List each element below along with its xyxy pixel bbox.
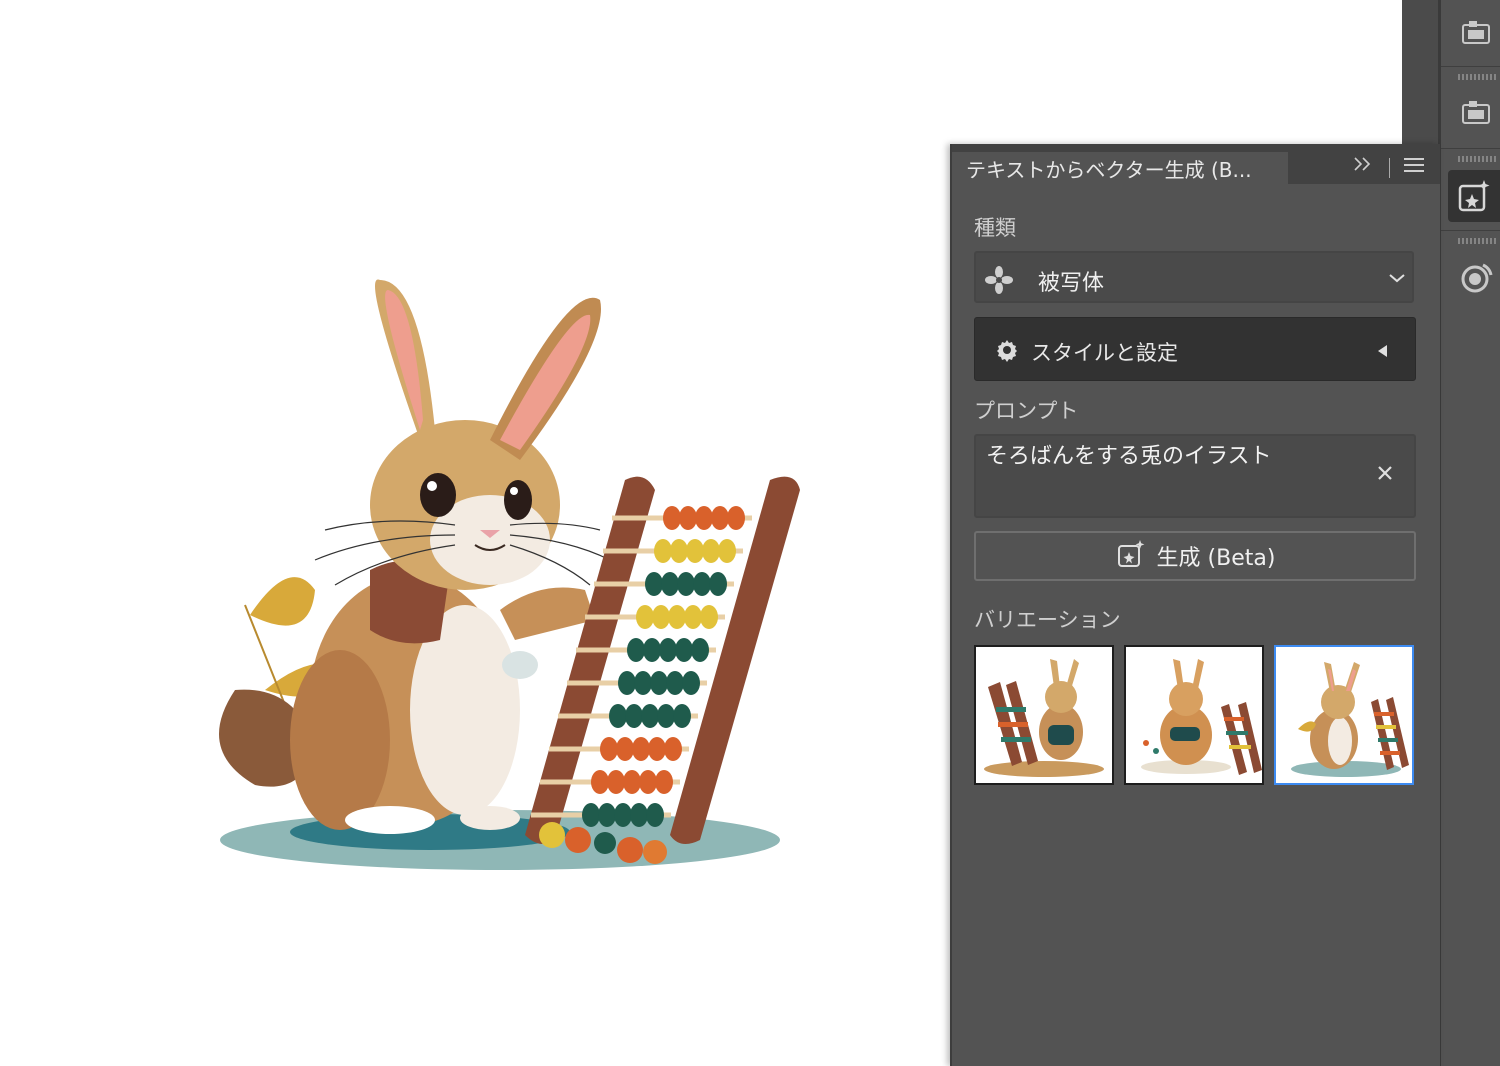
- generate-button-label: 生成 (Beta): [1156, 546, 1276, 571]
- text-to-vector-panel: テキストからベクター生成 (B... 種類 被写体 スタイルと設定 プロンプト …: [950, 144, 1440, 1066]
- libraries-panel-icon[interactable]: [1450, 86, 1500, 138]
- type-dropdown[interactable]: 被写体: [974, 251, 1414, 303]
- panel-title[interactable]: テキストからベクター生成 (B...: [966, 154, 1286, 183]
- variations-label: バリエーション: [974, 608, 1121, 632]
- recolor-icon[interactable]: [1450, 252, 1500, 304]
- rabbit-abacus-artwork[interactable]: [0, 0, 950, 1066]
- prompt-text[interactable]: そろばんをする兎のイラスト: [986, 438, 1272, 470]
- generate-button[interactable]: 生成 (Beta): [974, 531, 1416, 581]
- chevron-down-icon: [1388, 269, 1406, 288]
- dock-divider: [1441, 148, 1500, 149]
- prompt-label: プロンプト: [974, 399, 1079, 423]
- panel-header: テキストからベクター生成 (B...: [952, 144, 1440, 184]
- subject-icon: [984, 265, 1014, 299]
- dock-grip[interactable]: [1458, 156, 1498, 162]
- artboard-canvas[interactable]: [0, 0, 950, 1066]
- canvas-strip[interactable]: [950, 0, 1402, 144]
- double-chevron-right-icon[interactable]: [1352, 156, 1374, 177]
- close-icon[interactable]: [1376, 464, 1394, 487]
- gear-icon: [995, 338, 1019, 366]
- type-selected-value: 被写体: [1038, 271, 1105, 296]
- properties-panel-icon[interactable]: [1450, 6, 1500, 58]
- style-settings-label: スタイルと設定: [1031, 341, 1178, 365]
- caret-left-icon: [1377, 343, 1389, 362]
- dock-grip[interactable]: [1458, 74, 1498, 80]
- text-to-vector-icon[interactable]: [1448, 170, 1500, 222]
- type-label: 種類: [974, 216, 1016, 240]
- header-separator: [1389, 158, 1390, 178]
- variation-thumbnail-1[interactable]: [974, 645, 1114, 785]
- style-settings-section[interactable]: スタイルと設定: [974, 317, 1416, 381]
- prompt-input[interactable]: そろばんをする兎のイラスト: [974, 434, 1416, 518]
- dock-divider: [1441, 66, 1500, 67]
- generative-sparkle-icon: [1115, 538, 1147, 574]
- variation-thumbnail-2[interactable]: [1124, 645, 1264, 785]
- variation-thumbnail-3[interactable]: [1274, 645, 1414, 785]
- dock-grip[interactable]: [1458, 238, 1498, 244]
- hamburger-menu-icon[interactable]: [1404, 158, 1424, 174]
- dock-divider: [1441, 230, 1500, 231]
